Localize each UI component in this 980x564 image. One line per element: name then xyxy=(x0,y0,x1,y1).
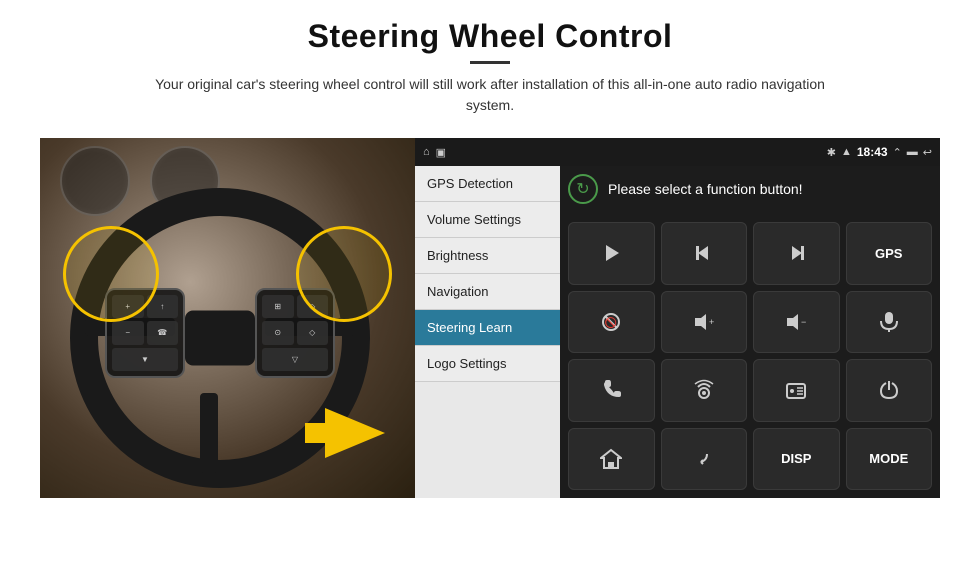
mini-btn: ◇ xyxy=(297,321,329,344)
hu-main: GPS Detection Volume Settings Brightness… xyxy=(415,166,940,498)
page-container: Steering Wheel Control Your original car… xyxy=(0,0,980,564)
refresh-icon[interactable]: ↻ xyxy=(568,174,598,204)
hu-menu: GPS Detection Volume Settings Brightness… xyxy=(415,166,560,498)
play-button[interactable] xyxy=(568,222,655,285)
mute-button[interactable]: 🚫 xyxy=(568,291,655,354)
mini-btn: ⊞ xyxy=(262,295,294,318)
status-bar: ⌂ ▣ ✱ ▲ 18:43 ⌃ ▬ ↩ xyxy=(415,138,940,166)
mini-btn: ▽ xyxy=(262,348,328,371)
menu-item-brightness[interactable]: Brightness xyxy=(415,238,560,274)
steering-wheel-image: + ↑ − ☎ ▼ ⊞ ◇ ⊙ ◇ ▽ xyxy=(40,138,415,498)
radio2-button[interactable] xyxy=(753,359,840,422)
svg-text:+: + xyxy=(709,317,714,327)
expand-icon: ⌃ xyxy=(893,146,902,159)
vol-up-button[interactable]: + xyxy=(661,291,748,354)
bluetooth-icon: ✱ xyxy=(827,146,836,159)
arrow-head xyxy=(325,408,385,458)
title-divider xyxy=(470,61,510,64)
status-time: 18:43 xyxy=(857,145,888,159)
menu-item-navigation[interactable]: Navigation xyxy=(415,274,560,310)
highlight-right xyxy=(296,226,392,322)
mini-btn: ⊙ xyxy=(262,321,294,344)
content-area: + ↑ − ☎ ▼ ⊞ ◇ ⊙ ◇ ▽ xyxy=(40,138,940,498)
hu-function-panel: ↻ Please select a function button! xyxy=(560,166,940,498)
screenshot-status-icon: ▣ xyxy=(436,146,446,159)
panel-header: ↻ Please select a function button! xyxy=(568,174,932,210)
mode-button[interactable]: MODE xyxy=(846,428,933,491)
page-title: Steering Wheel Control xyxy=(140,18,840,55)
svg-text:−: − xyxy=(801,317,806,327)
skip-back-button[interactable] xyxy=(661,222,748,285)
svg-text:🚫: 🚫 xyxy=(605,316,617,329)
sw-center-hub xyxy=(185,311,255,366)
status-bar-left: ⌂ ▣ xyxy=(423,146,446,159)
radio-button[interactable] xyxy=(661,359,748,422)
head-unit-screen: ⌂ ▣ ✱ ▲ 18:43 ⌃ ▬ ↩ GPS Detection xyxy=(415,138,940,498)
mini-btn: ☎ xyxy=(147,321,179,344)
sw-spoke-bottom xyxy=(200,393,218,473)
back-nav-icon: ↩ xyxy=(923,146,932,159)
disp-button[interactable]: DISP xyxy=(753,428,840,491)
subtitle: Your original car's steering wheel contr… xyxy=(140,74,840,116)
gps-button[interactable]: GPS xyxy=(846,222,933,285)
menu-item-steering-learn[interactable]: Steering Learn xyxy=(415,310,560,346)
battery-icon: ▬ xyxy=(907,146,918,158)
home-status-icon: ⌂ xyxy=(423,146,430,158)
phone-button[interactable] xyxy=(568,359,655,422)
vol-down-button[interactable]: − xyxy=(753,291,840,354)
title-section: Steering Wheel Control Your original car… xyxy=(140,18,840,130)
home-button[interactable] xyxy=(568,428,655,491)
power-button[interactable] xyxy=(846,359,933,422)
mini-btn: − xyxy=(112,321,144,344)
highlight-left xyxy=(63,226,159,322)
mic-button[interactable] xyxy=(846,291,933,354)
yellow-arrow xyxy=(305,408,385,458)
menu-item-volume[interactable]: Volume Settings xyxy=(415,202,560,238)
back-button[interactable] xyxy=(661,428,748,491)
menu-item-logo[interactable]: Logo Settings xyxy=(415,346,560,382)
skip-forward-button[interactable] xyxy=(753,222,840,285)
function-button-grid: GPS 🚫 + xyxy=(568,222,932,490)
status-bar-right: ✱ ▲ 18:43 ⌃ ▬ ↩ xyxy=(827,145,932,159)
panel-header-text: Please select a function button! xyxy=(608,181,803,197)
wifi-icon: ▲ xyxy=(841,146,852,158)
menu-item-gps[interactable]: GPS Detection xyxy=(415,166,560,202)
mini-btn: ▼ xyxy=(112,348,178,371)
